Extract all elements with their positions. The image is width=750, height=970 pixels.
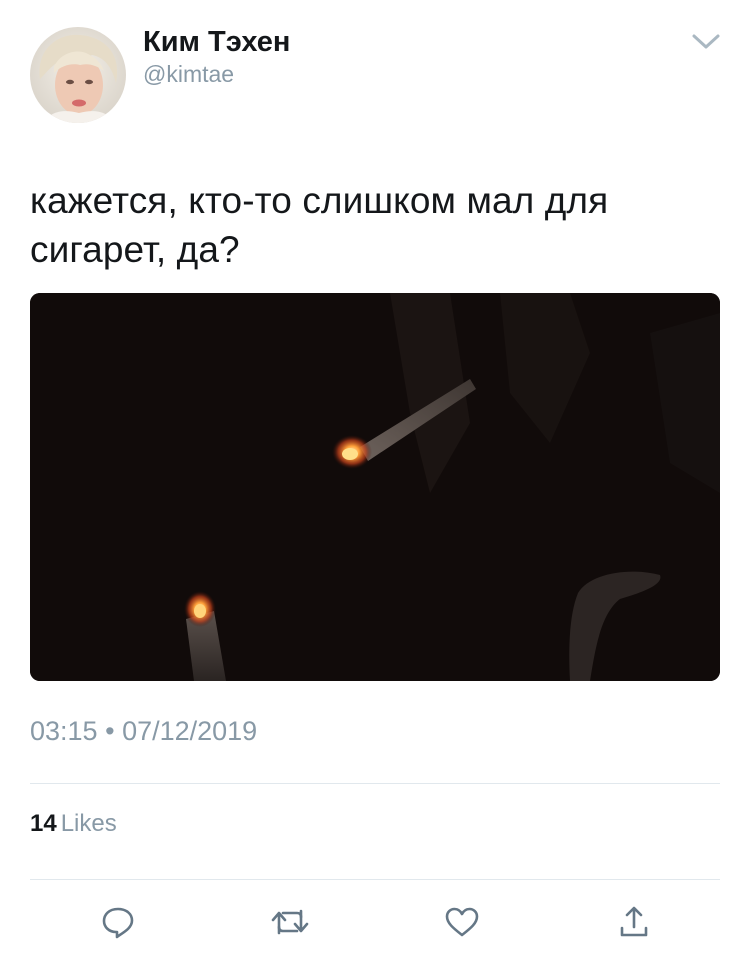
user-handle[interactable]: @kimtae bbox=[143, 60, 234, 88]
reply-button[interactable] bbox=[96, 900, 140, 944]
more-options-chevron-icon[interactable] bbox=[688, 30, 724, 54]
tweet-photo[interactable] bbox=[30, 293, 720, 681]
avatar-image bbox=[30, 27, 126, 123]
tweet-date: 07/12/2019 bbox=[122, 716, 258, 746]
tweet-timestamp[interactable]: 03:15 • 07/12/2019 bbox=[30, 714, 257, 748]
tweet-text: кажется, кто-то слишком мал для сигарет,… bbox=[30, 180, 609, 270]
timestamp-separator: • bbox=[105, 716, 115, 746]
like-button[interactable] bbox=[440, 900, 484, 944]
display-name[interactable]: Ким Тэхен bbox=[143, 25, 290, 59]
share-button[interactable] bbox=[612, 900, 656, 944]
tweet-time: 03:15 bbox=[30, 716, 98, 746]
avatar[interactable] bbox=[30, 27, 126, 123]
likes-count: 14 bbox=[30, 810, 57, 837]
likes-stat[interactable]: 14 Likes bbox=[30, 809, 117, 839]
divider bbox=[30, 783, 720, 784]
heart-icon bbox=[445, 907, 479, 937]
divider bbox=[30, 879, 720, 880]
retweet-button[interactable] bbox=[268, 900, 312, 944]
share-upload-icon bbox=[620, 906, 648, 937]
tweet-detail: Ким Тэхен @kimtae кажется, кто-то слишко… bbox=[0, 0, 750, 970]
likes-label: Likes bbox=[60, 810, 117, 837]
reply-bubble-icon bbox=[102, 907, 134, 939]
retweet-arrows-icon bbox=[271, 909, 309, 935]
